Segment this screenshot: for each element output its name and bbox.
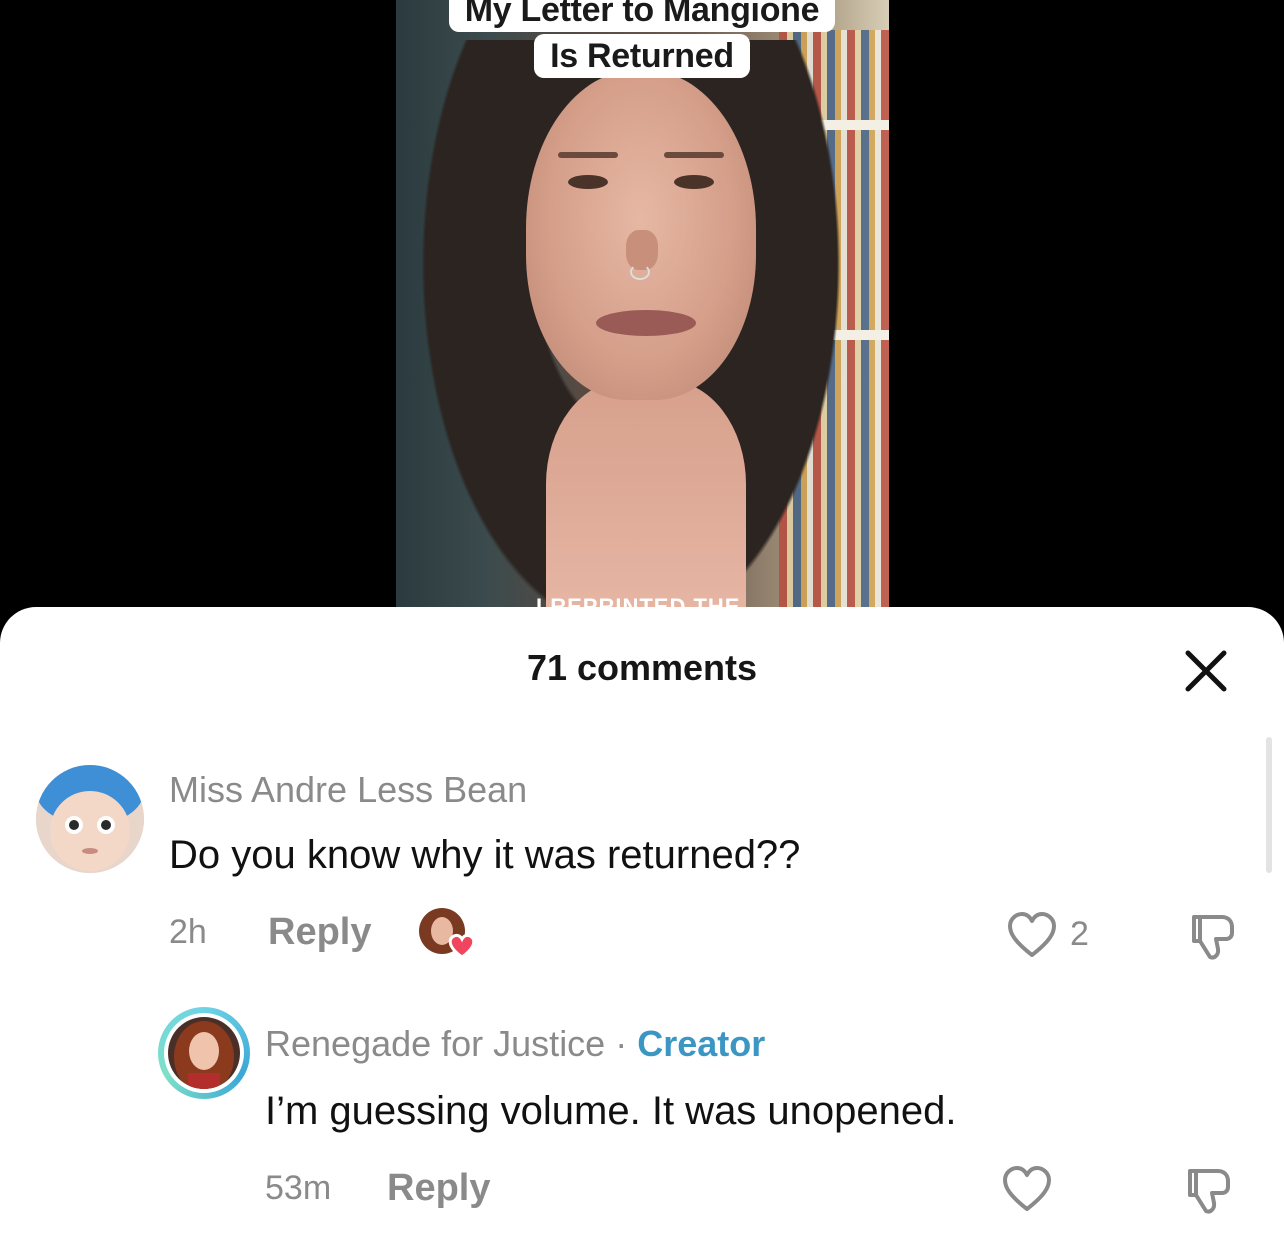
comment-text: I’m guessing volume. It was unopened.: [265, 1089, 957, 1133]
reply-button[interactable]: Reply: [387, 1167, 490, 1210]
comment-username-line: Renegade for Justice · Creator: [265, 1023, 765, 1065]
eyebrow: [558, 152, 618, 158]
video-caption: My Letter to Mangione: [0, 0, 1284, 32]
comment-text: Do you know why it was returned??: [169, 833, 801, 877]
like-button[interactable]: [1006, 911, 1058, 959]
caption-line-2: Is Returned: [534, 34, 750, 78]
creator-avatar-mini-icon: [419, 908, 476, 959]
dislike-button[interactable]: [1180, 1165, 1232, 1217]
creator-avatar[interactable]: [158, 1007, 250, 1099]
reply-button[interactable]: Reply: [268, 911, 371, 954]
creator-liked-badge: [418, 907, 478, 963]
comment-username[interactable]: Miss Andre Less Bean: [169, 769, 527, 811]
heart-outline-icon: [1008, 912, 1056, 957]
person-face: [526, 70, 756, 400]
nose-ring: [630, 264, 650, 280]
comments-count-title: 71 comments: [526, 647, 758, 688]
creator-badge: Creator: [637, 1023, 766, 1064]
caption-line-1: My Letter to Mangione: [448, 0, 836, 32]
like-button[interactable]: [1001, 1165, 1053, 1213]
separator-dot: ·: [615, 1023, 628, 1064]
avatar[interactable]: [36, 765, 144, 873]
like-count: 2: [1070, 915, 1089, 953]
eyebrow: [664, 152, 724, 158]
dislike-icon: [1188, 1169, 1230, 1214]
close-button[interactable]: [1182, 647, 1230, 695]
creator-avatar-image: [168, 1017, 240, 1089]
comments-sheet: 71 comments Miss Andre Less Bean Do you …: [0, 607, 1284, 1234]
eye: [674, 175, 714, 189]
heart-badge-icon: [448, 933, 476, 959]
dislike-icon: [1192, 915, 1234, 960]
comment-time: 53m: [265, 1169, 332, 1207]
close-icon: [1185, 650, 1227, 692]
comment-time: 2h: [169, 913, 207, 951]
scrollbar[interactable]: [1266, 737, 1272, 873]
video-caption: Is Returned: [0, 34, 1284, 78]
video-player[interactable]: [396, 0, 889, 640]
eye: [568, 175, 608, 189]
avatar-image: [168, 1017, 240, 1089]
heart-outline-icon: [1003, 1166, 1051, 1211]
mouth: [596, 310, 696, 336]
comment-username[interactable]: Renegade for Justice: [265, 1023, 605, 1064]
dislike-button[interactable]: [1184, 911, 1236, 963]
baby-avatar-image: [36, 765, 144, 873]
